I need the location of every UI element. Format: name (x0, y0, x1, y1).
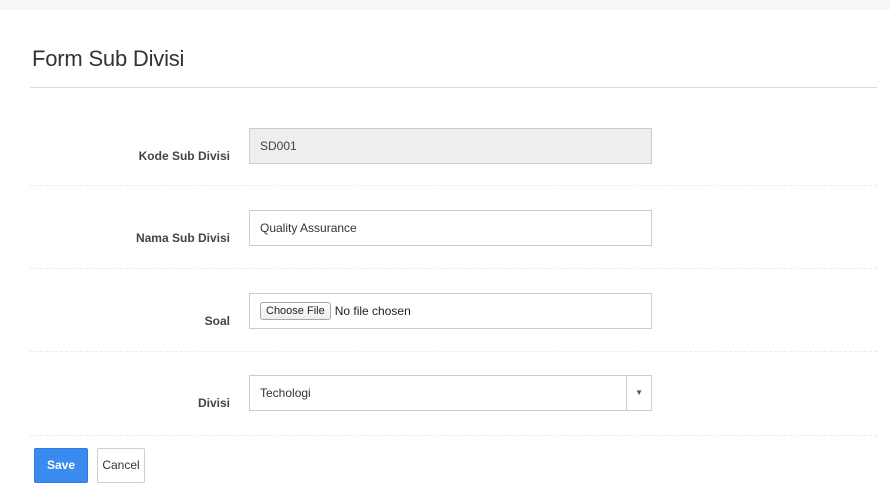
title-divider (30, 87, 877, 88)
row-divider (30, 268, 877, 269)
nama-sub-divisi-label: Nama Sub Divisi (135, 231, 230, 245)
form-page: Form Sub Divisi Kode Sub Divisi SD001 Na… (0, 10, 890, 502)
chevron-down-icon[interactable]: ▼ (635, 376, 643, 410)
soal-file-input[interactable]: Choose File No file chosen (249, 293, 652, 329)
soal-label: Soal (204, 314, 230, 328)
cancel-button[interactable]: Cancel (97, 448, 145, 483)
kode-sub-divisi-label: Kode Sub Divisi (138, 149, 230, 163)
select-separator (626, 376, 627, 410)
divisi-label: Divisi (197, 396, 230, 410)
row-divider (30, 435, 877, 436)
divisi-selected-value: Techologi (260, 386, 311, 400)
nama-sub-divisi-input[interactable]: Quality Assurance (249, 210, 652, 246)
save-button[interactable]: Save (34, 448, 88, 483)
row-divider (30, 351, 877, 352)
form-title: Form Sub Divisi (32, 46, 185, 71)
divisi-select[interactable]: Techologi ▼ (249, 375, 652, 411)
kode-sub-divisi-field: SD001 (249, 128, 652, 164)
file-status-text: No file chosen (334, 303, 411, 318)
row-divider (30, 185, 877, 186)
choose-file-button[interactable]: Choose File (260, 301, 331, 320)
